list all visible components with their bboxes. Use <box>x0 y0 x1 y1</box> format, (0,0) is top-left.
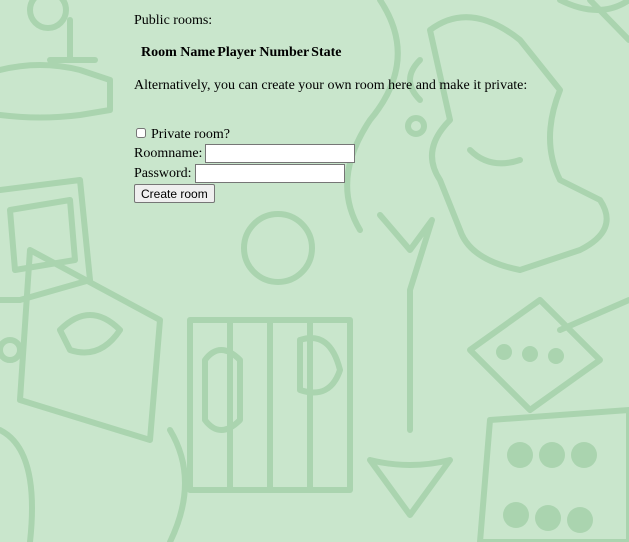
circle-doodle <box>241 211 315 285</box>
header-player-number: Player Number <box>217 45 310 60</box>
chest-doodle <box>0 177 163 443</box>
public-rooms-label: Public rooms: <box>134 13 213 28</box>
arrow-doodle <box>367 212 453 518</box>
man-doodle <box>405 0 629 273</box>
roomname-input[interactable] <box>205 144 356 163</box>
rooms-table-header-row: Room Name Player Number State <box>141 45 343 61</box>
password-label: Password: <box>134 165 192 181</box>
roomname-row: Roomname: <box>134 144 356 163</box>
password-row: Password: <box>134 164 345 183</box>
private-room-row: Private room? <box>136 127 230 143</box>
password-input[interactable] <box>194 164 345 183</box>
create-room-button[interactable]: Create room <box>134 184 215 203</box>
header-state: State <box>311 45 342 60</box>
arc-doodle <box>344 0 401 233</box>
rooms-table: Room Name Player Number State <box>141 45 343 61</box>
jail-doodle <box>187 317 353 493</box>
create-room-instructions: Alternatively, you can create your own r… <box>134 78 528 93</box>
private-room-label: Private room? <box>151 127 230 142</box>
header-room-name: Room Name <box>141 45 216 60</box>
private-room-checkbox[interactable] <box>136 128 146 138</box>
faucet-doodle <box>0 0 113 121</box>
roomname-label: Roomname: <box>134 145 203 161</box>
